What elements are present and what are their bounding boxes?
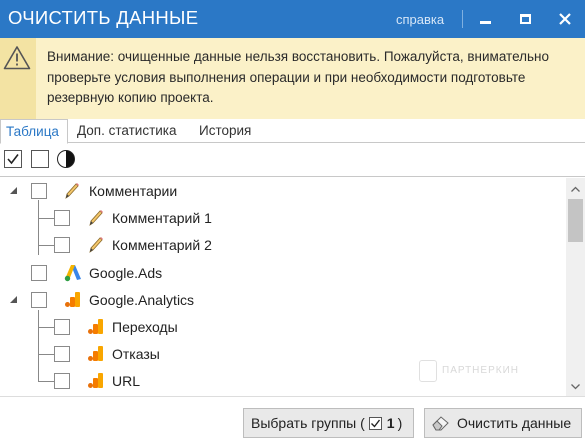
row-checkbox[interactable] bbox=[31, 265, 47, 281]
google-analytics-icon bbox=[65, 292, 80, 307]
row-checkbox[interactable] bbox=[54, 373, 70, 389]
tree-label: Отказы bbox=[112, 346, 160, 362]
title-bar: ОЧИСТИТЬ ДАННЫЕ справка bbox=[0, 0, 585, 38]
data-tree: Комментарии Комментарий 1 Комментарий 2 … bbox=[0, 178, 566, 396]
row-checkbox[interactable] bbox=[54, 319, 70, 335]
window-title: ОЧИСТИТЬ ДАННЫЕ bbox=[8, 7, 199, 28]
warning-text: Внимание: очищенные данные нельзя восста… bbox=[47, 49, 549, 105]
row-checkbox[interactable] bbox=[31, 183, 47, 199]
tree-label: Google.Ads bbox=[89, 265, 163, 281]
google-analytics-icon bbox=[88, 319, 103, 334]
minimize-button[interactable] bbox=[472, 6, 498, 32]
close-button[interactable] bbox=[552, 6, 578, 32]
expanded-arrow-icon[interactable] bbox=[9, 295, 18, 304]
tab-history[interactable]: История bbox=[194, 119, 256, 143]
tree-label: Переходы bbox=[112, 319, 178, 335]
tree-row[interactable]: Google.Ads bbox=[0, 260, 566, 287]
tree-row[interactable]: Комментарий 1 bbox=[0, 205, 566, 232]
footer-bar: Выбрать группы ( 1 ) Очистить данные bbox=[0, 396, 585, 438]
pencil-icon bbox=[89, 237, 103, 253]
tree-scrollbar[interactable] bbox=[566, 178, 585, 396]
row-checkbox[interactable] bbox=[31, 292, 47, 308]
minimize-icon bbox=[479, 20, 491, 24]
google-analytics-icon bbox=[88, 373, 103, 388]
row-checkbox[interactable] bbox=[54, 346, 70, 362]
select-none-checkbox[interactable] bbox=[31, 150, 49, 168]
tree-row[interactable]: Google.Analytics bbox=[0, 287, 566, 314]
tree-row[interactable]: Комментарии bbox=[0, 178, 566, 205]
row-checkbox[interactable] bbox=[54, 237, 70, 253]
scrollbar-thumb[interactable] bbox=[568, 199, 583, 242]
select-all-checkbox[interactable] bbox=[4, 150, 22, 168]
scroll-up-icon[interactable] bbox=[570, 184, 581, 195]
warning-icon-column bbox=[0, 38, 36, 119]
checked-checkbox-icon bbox=[368, 416, 382, 430]
warning-icon bbox=[3, 46, 31, 70]
close-icon bbox=[559, 13, 571, 25]
tree-label: Комментарии bbox=[89, 183, 178, 199]
pencil-icon bbox=[89, 210, 103, 226]
google-ads-icon bbox=[64, 265, 81, 282]
maximize-button[interactable] bbox=[512, 6, 538, 32]
select-groups-button[interactable]: Выбрать группы ( 1 ) bbox=[243, 408, 414, 438]
tree-label: Google.Analytics bbox=[89, 292, 195, 308]
tree-row[interactable]: Отказы bbox=[0, 341, 566, 368]
tree-label: Комментарий 2 bbox=[112, 237, 212, 253]
selection-toolbar bbox=[0, 144, 585, 177]
tree-row[interactable]: Переходы bbox=[0, 314, 566, 341]
tab-extra-stats[interactable]: Доп. статистика bbox=[72, 119, 182, 143]
tree-label: Комментарий 1 bbox=[112, 210, 212, 226]
scroll-down-icon[interactable] bbox=[570, 381, 581, 392]
clear-data-button[interactable]: Очистить данные bbox=[424, 408, 582, 438]
title-separator bbox=[462, 10, 463, 28]
clear-data-label: Очистить данные bbox=[457, 415, 572, 431]
expanded-arrow-icon[interactable] bbox=[9, 186, 18, 195]
warning-banner: Внимание: очищенные данные нельзя восста… bbox=[0, 38, 585, 119]
maximize-icon bbox=[519, 14, 531, 24]
tree-label: URL bbox=[112, 373, 141, 389]
help-link[interactable]: справка bbox=[396, 12, 444, 27]
watermark-text: ПАРТНЕРКИН bbox=[442, 365, 519, 376]
eraser-icon bbox=[432, 416, 449, 431]
select-groups-close-paren: ) bbox=[397, 415, 403, 431]
watermark-logo-icon bbox=[419, 360, 437, 382]
pencil-icon bbox=[65, 183, 79, 199]
tree-row[interactable]: Комментарий 2 bbox=[0, 232, 566, 259]
invert-selection-icon[interactable] bbox=[57, 150, 75, 168]
tab-table[interactable]: Таблица bbox=[0, 119, 68, 144]
select-groups-count: 1 bbox=[386, 415, 395, 431]
row-checkbox[interactable] bbox=[54, 210, 70, 226]
tab-bar: Таблица Доп. статистика История bbox=[0, 119, 585, 144]
select-groups-label: Выбрать группы ( bbox=[251, 415, 365, 431]
google-analytics-icon bbox=[88, 346, 103, 361]
checkmark-icon bbox=[7, 154, 19, 165]
